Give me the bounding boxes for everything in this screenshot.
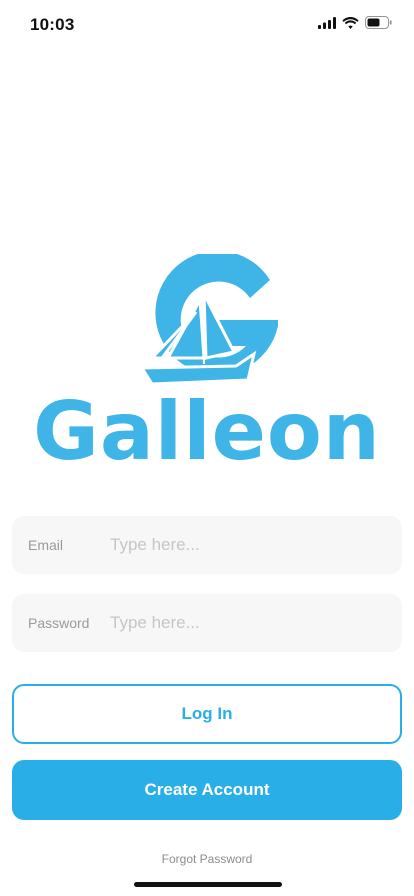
cellular-signal-icon: [318, 16, 336, 29]
email-field[interactable]: Email: [12, 516, 402, 574]
galleon-ship-logo: [139, 254, 278, 386]
email-label: Email: [28, 537, 64, 553]
password-field[interactable]: Password: [12, 594, 402, 652]
password-label: Password: [28, 615, 90, 631]
home-indicator: [134, 882, 282, 887]
status-time: 10:03: [30, 15, 75, 34]
forgot-password-link[interactable]: Forgot Password: [0, 852, 414, 866]
battery-icon: [365, 16, 392, 29]
wifi-icon: [342, 16, 359, 29]
brand-logo: Galleon: [0, 250, 414, 490]
login-button[interactable]: Log In: [12, 684, 402, 744]
create-account-button[interactable]: Create Account: [12, 760, 402, 820]
password-input[interactable]: [110, 594, 390, 652]
status-bar: 10:03: [0, 0, 414, 48]
status-icons: [318, 16, 392, 29]
email-input[interactable]: [110, 516, 390, 574]
brand-wordmark: Galleon: [33, 385, 381, 478]
